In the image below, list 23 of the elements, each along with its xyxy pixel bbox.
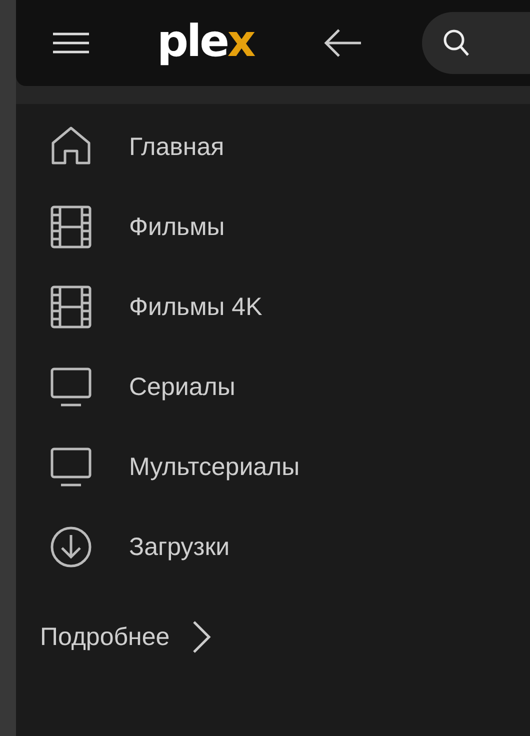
monitor-icon	[49, 365, 93, 409]
download-icon	[49, 525, 93, 569]
item-label: Мультсериалы	[129, 452, 300, 482]
film-icon	[49, 205, 93, 249]
item-label: Сериалы	[129, 372, 236, 402]
item-label: Фильмы	[129, 212, 225, 242]
sidebar-item[interactable]: Фильмы	[16, 187, 530, 267]
more-link[interactable]: Подробнее	[40, 619, 212, 655]
sidebar-item[interactable]: Главная	[16, 107, 530, 187]
monitor-icon	[49, 445, 93, 489]
item-label: Загрузки	[129, 532, 230, 562]
item-label: Главная	[129, 132, 224, 162]
item-label: Фильмы 4K	[129, 292, 262, 322]
search-icon	[442, 28, 470, 58]
more-label: Подробнее	[40, 622, 170, 652]
search-field[interactable]	[422, 12, 530, 74]
logo[interactable]: plex	[157, 20, 254, 66]
sidebar-item[interactable]: Мультсериалы	[16, 427, 530, 507]
film-icon	[49, 285, 93, 329]
sidebar-item[interactable]: Загрузки	[16, 507, 530, 587]
menu-icon[interactable]	[53, 32, 89, 54]
sidebar-item[interactable]: Сериалы	[16, 347, 530, 427]
sidebar-item[interactable]: Фильмы 4K	[16, 267, 530, 347]
